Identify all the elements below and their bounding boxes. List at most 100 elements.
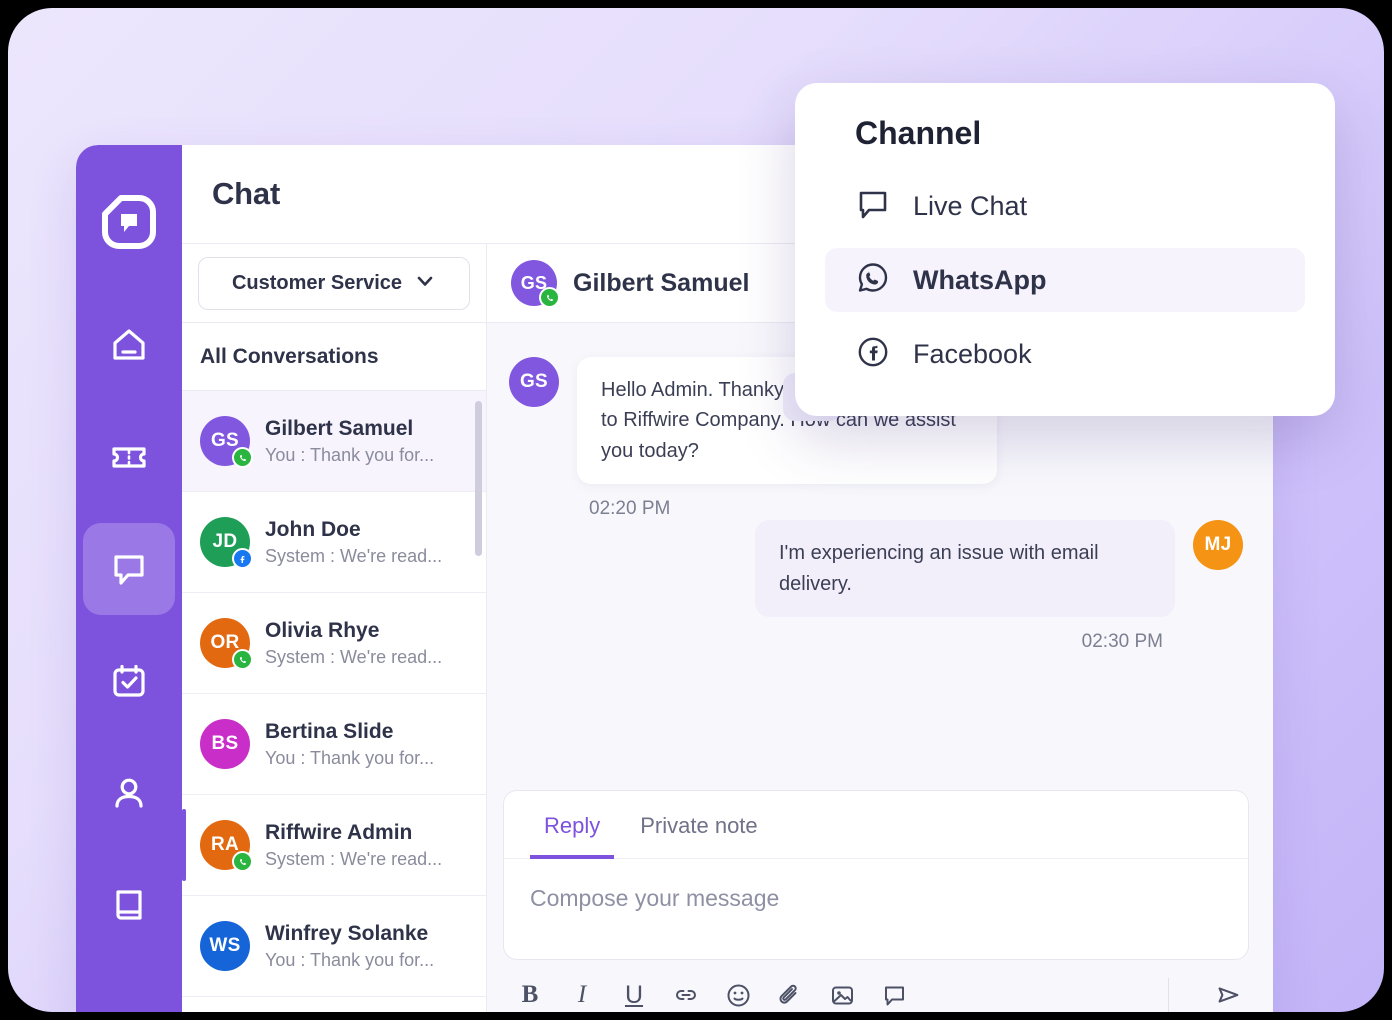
live-chat-icon <box>855 186 891 227</box>
conversation-name: Riffwire Admin <box>265 820 413 844</box>
facebook-icon <box>855 334 891 375</box>
channel-option-live-chat[interactable]: Live Chat <box>825 174 1305 238</box>
conversation-text: Winfrey Solanke You : Thank you for... <box>265 922 434 971</box>
bold-icon[interactable]: B <box>515 980 545 1010</box>
sidebar-item-tasks[interactable] <box>83 635 175 727</box>
message-timestamp: 02:30 PM <box>1081 630 1163 652</box>
inbox-filter-label: Customer Service <box>231 271 403 294</box>
channel-option-label: Live Chat <box>913 190 1028 221</box>
calendar-check-icon <box>109 661 149 701</box>
decorative-background: Chat Customer Service All Conversations … <box>8 8 1384 1012</box>
avatar: JD <box>200 517 253 569</box>
message-row: I'm experiencing an issue with email del… <box>509 520 1243 617</box>
whatsapp-badge-icon <box>232 851 253 872</box>
formatting-toolbar: B I U <box>503 960 1249 1012</box>
whatsapp-badge-icon <box>232 447 253 468</box>
link-icon[interactable] <box>671 980 701 1010</box>
channel-option-facebook[interactable]: Facebook <box>825 322 1305 386</box>
home-icon <box>109 325 149 365</box>
emoji-icon[interactable] <box>723 980 753 1010</box>
avatar: RA <box>200 820 253 872</box>
sidebar-item-tickets[interactable] <box>83 411 175 503</box>
conversation-item[interactable]: GS Gilbert Samuel You : Thank you for... <box>182 391 486 492</box>
tab-reply[interactable]: Reply <box>530 791 615 859</box>
whatsapp-icon <box>855 260 891 301</box>
book-icon <box>109 885 149 925</box>
conversation-name: Olivia Rhye <box>265 618 380 642</box>
sidebar-item-knowledge-base[interactable] <box>83 859 175 951</box>
underline-icon[interactable]: U <box>619 980 649 1010</box>
conversation-name: Winfrey Solanke <box>265 921 429 945</box>
composer-tabs: Reply Private note <box>504 791 1248 859</box>
image-icon[interactable] <box>827 980 857 1010</box>
conversation-items[interactable]: GS Gilbert Samuel You : Thank you for... JD… <box>182 391 486 1012</box>
channel-popover: Channel Live Chat WhatsApp Facebook <box>795 83 1335 416</box>
filter-row: Customer Service <box>182 244 486 323</box>
avatar-initials: GS <box>509 357 559 407</box>
tab-private-note[interactable]: Private note <box>626 791 771 859</box>
italic-icon[interactable]: I <box>567 980 597 1010</box>
conversation-preview: System : We're read... <box>265 545 443 566</box>
conversation-list-header: All Conversations <box>182 323 486 391</box>
channel-option-label: WhatsApp <box>913 264 1047 295</box>
conversation-preview: You : Thank you for... <box>265 949 435 970</box>
inbox-filter-dropdown[interactable]: Customer Service <box>198 256 470 310</box>
screenshot-stage: Chat Customer Service All Conversations … <box>0 0 1392 1020</box>
avatar: GS <box>200 416 253 468</box>
avatar: GS <box>511 260 560 308</box>
riffwire-logo[interactable] <box>98 191 160 253</box>
page-title: Chat <box>212 176 281 211</box>
conversation-list-panel: Customer Service All Conversations GS Gi… <box>182 244 487 1012</box>
avatar-initials: MJ <box>1193 520 1243 571</box>
message-group: I'm experiencing an issue with email del… <box>509 520 1243 653</box>
avatar: OR <box>200 618 253 670</box>
channel-option-label: Facebook <box>913 338 1032 369</box>
primary-sidebar <box>76 145 182 1012</box>
conversation-text: John Doe System : We're read... <box>265 518 442 567</box>
avatar-initials: WS <box>200 921 250 971</box>
sidebar-item-home[interactable] <box>83 299 175 391</box>
sidebar-item-chat[interactable] <box>83 523 175 615</box>
avatar: BS <box>200 719 250 769</box>
conversation-name: Gilbert Samuel <box>265 416 414 440</box>
chat-bubble-icon <box>108 548 150 590</box>
conversation-preview: You : Thank you for... <box>265 444 435 465</box>
avatar: WS <box>200 921 250 971</box>
sidebar-item-contacts[interactable] <box>83 747 175 839</box>
conversation-item[interactable]: WS Winfrey Solanke You : Thank you for... <box>182 896 486 997</box>
whatsapp-badge-icon <box>232 649 253 670</box>
ticket-icon <box>109 437 149 477</box>
conversation-text: Bertina Slide You : Thank you for... <box>265 720 434 769</box>
chat-contact-name: Gilbert Samuel <box>573 268 750 297</box>
message-timestamp: 02:20 PM <box>589 498 671 520</box>
message-input[interactable]: Compose your message <box>504 859 1248 959</box>
conversation-preview: System : We're read... <box>265 646 443 667</box>
channel-option-whatsapp[interactable]: WhatsApp <box>825 248 1305 312</box>
canned-response-icon[interactable] <box>879 980 909 1010</box>
conversation-list-scrollbar[interactable] <box>475 401 482 556</box>
conversation-item[interactable]: JD John Doe System : We're read... <box>182 492 486 593</box>
conversation-text: Gilbert Samuel You : Thank you for... <box>265 417 434 466</box>
conversation-item[interactable]: OR Olivia Rhye System : We're read... <box>182 593 486 694</box>
conversation-list-header-label: All Conversations <box>200 344 379 368</box>
conversation-preview: You : Thank you for... <box>265 747 435 768</box>
whatsapp-badge-icon <box>539 287 560 308</box>
conversation-item[interactable]: RA Riffwire Admin System : We're read... <box>182 795 486 896</box>
channel-popover-title: Channel <box>855 115 982 151</box>
conversation-text: Riffwire Admin System : We're read... <box>265 821 442 870</box>
chevron-down-icon <box>414 270 436 297</box>
conversation-name: John Doe <box>265 517 361 541</box>
message-bubble: I'm experiencing an issue with email del… <box>755 520 1175 617</box>
send-icon[interactable] <box>1213 980 1243 1010</box>
conversation-name: Bertina Slide <box>265 719 394 743</box>
compose-box: Reply Private note Compose your message <box>503 790 1249 960</box>
conversation-text: Olivia Rhye System : We're read... <box>265 619 442 668</box>
person-icon <box>109 773 149 813</box>
attachment-icon[interactable] <box>775 980 805 1010</box>
toolbar-divider <box>1168 978 1169 1012</box>
facebook-badge-icon <box>232 548 253 569</box>
composer: Reply Private note Compose your message … <box>487 790 1273 1012</box>
avatar-initials: BS <box>200 719 250 769</box>
conversation-preview: System : We're read... <box>265 848 443 869</box>
conversation-item[interactable]: BS Bertina Slide You : Thank you for... <box>182 694 486 795</box>
